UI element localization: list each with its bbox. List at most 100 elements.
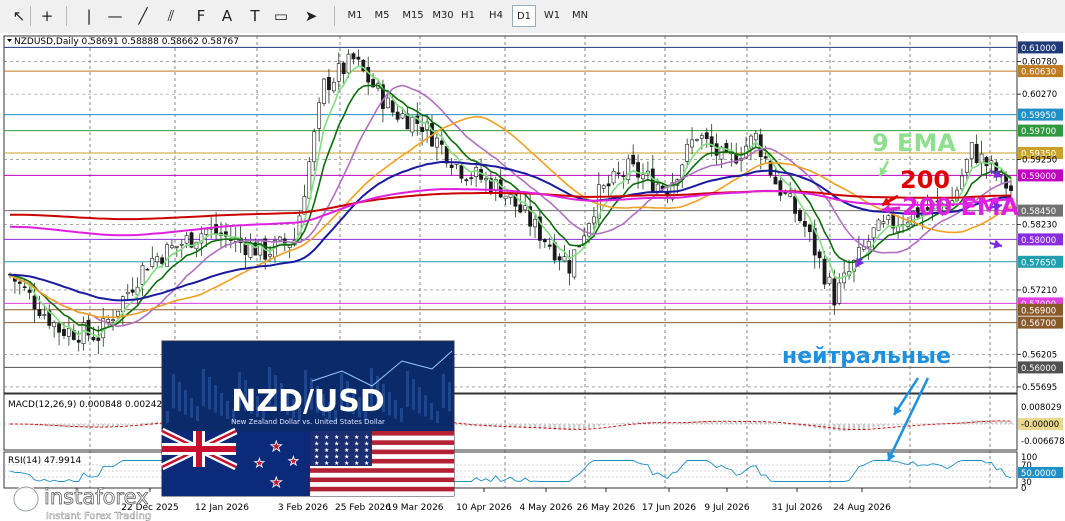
text-icon[interactable]: A — [216, 5, 238, 27]
candle-body — [685, 144, 690, 162]
price-label: 0.57650 — [1021, 258, 1056, 268]
candle-body — [753, 132, 758, 141]
trendline-icon[interactable]: ╱ — [132, 5, 154, 27]
timeframe-h4-button[interactable]: H4 — [484, 5, 508, 27]
date-label: 26 May 2026 — [577, 503, 636, 513]
timeframe-w1-button[interactable]: W1 — [540, 5, 564, 27]
candle-body — [822, 258, 827, 285]
candle-body — [420, 127, 425, 132]
timeframe-m1-button[interactable]: M1 — [343, 5, 367, 27]
candle-body — [518, 204, 523, 213]
inset-bar — [226, 401, 229, 419]
candle-body — [66, 327, 71, 337]
candle-body — [52, 322, 57, 328]
candle-body — [400, 113, 405, 119]
candle-body — [268, 254, 272, 257]
candle-body — [827, 276, 832, 284]
timeframe-m5-button[interactable]: M5 — [370, 5, 394, 27]
price-tick-label: 0.59250 — [1022, 155, 1057, 165]
candle-body — [508, 194, 513, 198]
candle-body — [690, 139, 694, 148]
date-label: 4 May 2026 — [520, 503, 573, 513]
candle-body — [866, 240, 871, 248]
candle-body — [459, 165, 464, 179]
candle-body — [641, 174, 645, 180]
candle-body — [498, 179, 503, 198]
crosshair-icon[interactable]: + — [36, 5, 58, 27]
cursor-icon[interactable]: ↖ — [8, 5, 30, 27]
candle-body — [562, 256, 567, 262]
candle-body — [636, 162, 640, 178]
candle-body — [557, 256, 562, 261]
candle-body — [165, 244, 169, 267]
fibonacci-icon[interactable]: F — [190, 5, 212, 27]
macd-tick-label: 0.008029 — [1021, 403, 1062, 413]
candle-body — [484, 178, 488, 181]
label-icon[interactable]: T — [244, 5, 266, 27]
watermark-tagline: Instant Forex Trading — [46, 511, 151, 521]
svg-text:★: ★ — [270, 475, 283, 491]
candle-body — [572, 249, 577, 278]
timeframe-m30-button[interactable]: M30 — [428, 5, 458, 27]
arrows-icon[interactable]: ➤ — [300, 5, 322, 27]
candle-body — [778, 180, 783, 196]
macd-tick-label: -0.00000 — [1021, 420, 1059, 430]
candle-body — [312, 131, 317, 163]
timeframe-d1-button[interactable]: D1 — [512, 5, 536, 27]
candle-body — [120, 296, 125, 312]
candle-body — [277, 236, 282, 241]
candle-body — [542, 239, 547, 243]
candle-body — [763, 156, 768, 159]
candle-body — [351, 53, 356, 60]
candle-body — [145, 268, 150, 271]
channel-icon[interactable]: ⫽ — [160, 5, 182, 27]
price-label: 0.59950 — [1021, 111, 1056, 121]
inset-bar — [214, 385, 217, 413]
inset-bar — [166, 411, 169, 423]
candle-body — [22, 286, 27, 289]
candle-body — [346, 53, 351, 74]
horizontal-line-icon[interactable]: — — [104, 5, 126, 27]
candle-body — [817, 251, 822, 259]
candle-body — [27, 289, 32, 293]
date-label: 17 Jun 2026 — [642, 503, 696, 513]
timeframe-h1-button[interactable]: H1 — [456, 5, 480, 27]
candle-body — [964, 159, 969, 173]
inset-bar — [418, 387, 421, 414]
candle-body — [837, 282, 842, 304]
candle-body — [1009, 185, 1013, 191]
candle-body — [395, 111, 400, 120]
shapes-icon[interactable]: ▭ — [270, 5, 292, 27]
candle-body — [160, 257, 165, 264]
candle-body — [788, 193, 793, 197]
nzdusd-inset: NZD/USD New Zealand Dollar vs. United St… — [160, 340, 455, 497]
candle-body — [832, 278, 837, 306]
candle-body — [606, 183, 611, 187]
vertical-line-icon[interactable]: | — [78, 5, 100, 27]
candle-body — [523, 205, 528, 211]
candle-body — [611, 171, 616, 184]
us-stripe — [310, 486, 454, 492]
chart-background — [0, 33, 1065, 521]
timeframe-mn-button[interactable]: MN — [568, 5, 592, 27]
inset-bar — [220, 393, 223, 416]
price-label: 0.56700 — [1021, 319, 1056, 329]
candle-body — [621, 175, 626, 177]
inset-subtitle: New Zealand Dollar vs. United States Dol… — [231, 418, 385, 426]
candle-body — [704, 132, 709, 139]
ema9-annotation: 9 EMA — [872, 129, 956, 157]
inset-bar — [202, 369, 205, 407]
candle-body — [547, 244, 552, 247]
inset-bar — [184, 390, 187, 415]
candle-body — [331, 81, 336, 92]
price-label: 0.56900 — [1021, 306, 1056, 316]
inset-bar — [388, 392, 391, 416]
us-star: ★ — [334, 460, 339, 467]
candle-body — [803, 221, 807, 227]
candle-body — [258, 239, 263, 256]
date-label: 24 Aug 2026 — [833, 503, 891, 513]
timeframe-m15-button[interactable]: M15 — [398, 5, 428, 27]
candle-body — [449, 164, 454, 169]
candle-body — [724, 143, 729, 153]
us-star: ★ — [354, 460, 359, 467]
